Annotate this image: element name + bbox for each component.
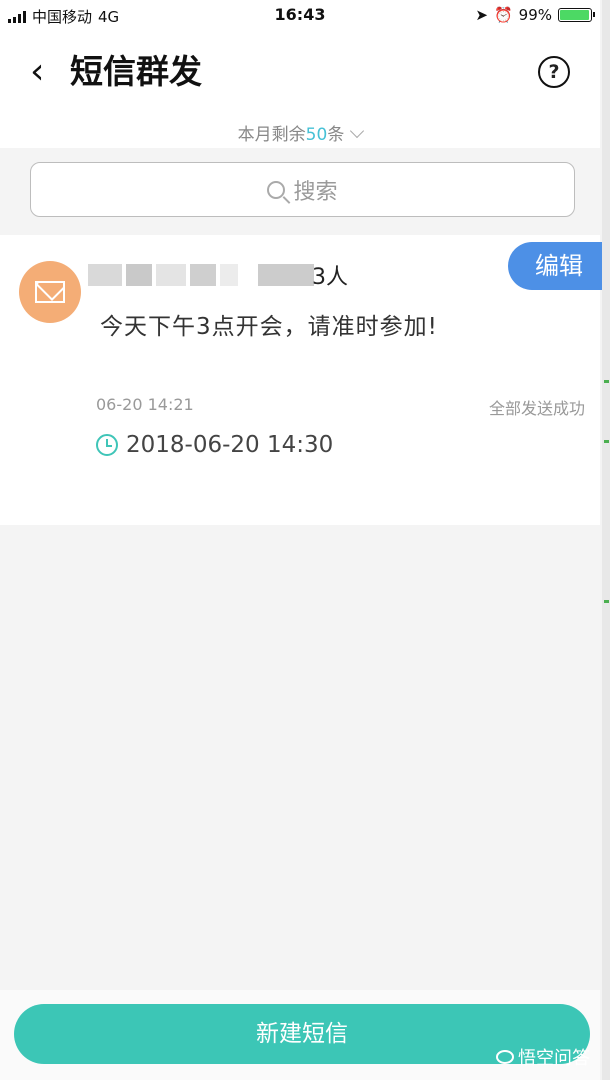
chevron-down-icon [350,123,365,139]
search-placeholder: 搜索 [293,179,338,205]
edge-mark [604,440,609,443]
blurred-recipient [156,264,186,286]
recipients-line: 3人 [88,259,348,291]
edge-mark [604,600,609,603]
page-title: 短信群发 [70,52,202,91]
search-area: 搜索 [0,148,600,234]
envelope-icon [35,281,65,303]
search-input[interactable]: 搜索 [30,162,575,217]
quota-selector[interactable]: 本月剩余50条 [0,120,600,145]
question-icon: ? [548,61,560,83]
nav-header: ‹ 短信群发 ? [0,32,600,112]
edge-mark [604,380,609,383]
watermark-text: 悟空问答 [518,1048,590,1069]
background-app-edge [602,0,610,1080]
watermark: 悟空问答 [496,1044,590,1070]
bottom-bar: 新建短信 悟空问答 [0,990,600,1080]
chevron-left-icon: ‹ [30,51,45,92]
blurred-recipient [220,264,238,286]
blurred-recipient [258,264,314,286]
quota-bar: 本月剩余50条 [0,112,600,149]
quota-prefix: 本月剩余 [237,125,306,145]
message-card[interactable]: 3人 今天下午3点开会，请准时参加! 06-20 14:21 全部发送成功 20… [0,235,600,525]
scheduled-time-row: 2018-06-20 14:30 [96,432,333,458]
search-icon [267,180,286,199]
quota-suffix: 条 [327,125,345,145]
battery-fill [560,10,589,20]
blurred-recipient [126,264,152,286]
avatar [19,261,81,323]
send-status: 全部发送成功 [488,399,585,418]
scheduled-time: 2018-06-20 14:30 [126,432,334,458]
location-icon: ➤ [475,6,488,24]
alarm-icon: ⏰ [493,6,513,24]
battery-icon [558,8,595,22]
back-button[interactable]: ‹ [30,52,44,92]
quota-count: 50 [305,125,328,145]
clock-icon [96,434,118,456]
watermark-logo-icon [496,1050,514,1064]
help-button[interactable]: ? [538,56,570,88]
recipients-count: 3人 [312,265,348,290]
status-right: ➤ ⏰ 99% [475,6,595,24]
edit-button[interactable]: 编辑 [508,242,610,290]
created-time: 06-20 14:21 [96,395,194,414]
blurred-recipient [190,264,216,286]
message-content: 今天下午3点开会，请准时参加! [100,314,438,340]
battery-percent: 99% [518,6,552,24]
status-bar: 中国移动 4G 16:43 ➤ ⏰ 99% [0,0,600,32]
blurred-recipient [88,264,122,286]
